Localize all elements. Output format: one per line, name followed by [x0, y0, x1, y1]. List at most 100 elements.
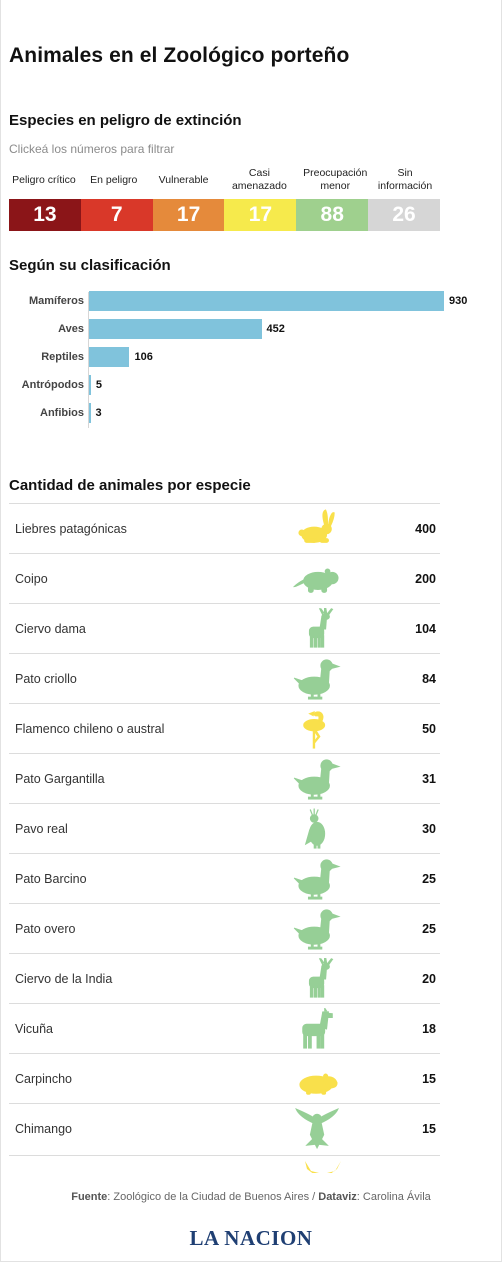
risk-filter-en-peligro[interactable]: 7	[80, 199, 153, 231]
risk-filter-buttons: 13 7 17 17 88 26	[9, 199, 440, 231]
risk-labels: Peligro crítico En peligro Vulnerable Ca…	[9, 162, 440, 198]
species-name: Pato overo	[15, 922, 76, 936]
species-count: 25	[422, 922, 436, 936]
bar-category-label: Mamíferos	[28, 295, 84, 307]
bar-value-label: 5	[95, 379, 103, 391]
bar-row: Reptiles 106	[0, 346, 502, 368]
source-text: : Zoológico de la Ciudad de Buenos Aires…	[107, 1191, 319, 1203]
species-count: 15	[422, 1122, 436, 1136]
flamingo-icon	[303, 711, 326, 749]
species-count: 18	[422, 1022, 436, 1036]
species-count: 400	[415, 522, 436, 536]
species-name: Coipo	[15, 572, 48, 586]
species-name: Chimango	[15, 1122, 72, 1136]
bar-category-label: Anfibios	[40, 407, 84, 419]
species-name: Liebres patagónicas	[15, 522, 127, 536]
dataviz-label: Dataviz	[318, 1191, 357, 1203]
duck-icon	[293, 759, 341, 800]
species-count: 25	[422, 872, 436, 886]
risk-label-en-peligro: En peligro	[90, 173, 138, 186]
table-row: Pato overo 25	[9, 903, 440, 953]
source-label: Fuente	[71, 1191, 108, 1203]
deer-icon	[308, 608, 334, 648]
risk-label-vulnerable: Vulnerable	[158, 173, 209, 186]
table-row: Ciervo de la India 20	[9, 953, 440, 1003]
duck-icon	[293, 659, 341, 700]
species-name: Pavo real	[15, 822, 68, 836]
species-section-title: Cantidad de animales por especie	[9, 477, 251, 494]
peacock-icon	[304, 808, 326, 849]
table-row: Ciervo dama 104	[9, 603, 440, 653]
risk-label-preocupacion-menor: Preocupación menor	[303, 167, 368, 192]
dataviz-text: : Carolina Ávila	[356, 1191, 431, 1203]
bar	[89, 291, 444, 311]
species-name: Pato criollo	[15, 672, 77, 686]
classification-title: Según su clasificación	[9, 257, 171, 274]
risk-filter-critico[interactable]: 13	[9, 199, 81, 231]
table-row: Coipo 200	[9, 553, 440, 603]
risk-filter-sin-informacion[interactable]: 26	[368, 199, 440, 231]
eagle-icon	[295, 1108, 339, 1150]
risk-filter-preocupacion-menor[interactable]: 88	[296, 199, 369, 231]
species-count: 20	[422, 972, 436, 986]
bar-row: Aves 452	[0, 318, 502, 340]
la-nacion-logo: LA NACION	[189, 1226, 313, 1250]
classification-bar-chart: Mamíferos 930 Aves 452 Reptiles 106 Antr…	[0, 290, 502, 430]
species-count: 84	[422, 672, 436, 686]
risk-filter-vulnerable[interactable]: 17	[152, 199, 225, 231]
species-name: Vicuña	[15, 1022, 53, 1036]
table-row-partial	[9, 1155, 440, 1173]
table-row: Pato Barcino 25	[9, 853, 440, 903]
bar-value-label: 3	[95, 407, 102, 419]
species-name: Flamenco chileno o austral	[15, 722, 165, 736]
bar-row: Antrópodos 5	[0, 374, 502, 396]
risk-section-title: Especies en peligro de extinción	[9, 112, 242, 129]
table-row: Pavo real 30	[9, 803, 440, 853]
species-name: Pato Gargantilla	[15, 772, 105, 786]
filter-hint: Clickeá los números para filtrar	[9, 142, 175, 156]
bird-icon	[305, 1161, 341, 1173]
duck-icon	[293, 909, 341, 950]
table-row: Chimango 15	[9, 1103, 440, 1153]
species-count: 31	[422, 772, 436, 786]
risk-label-critico: Peligro crítico	[12, 173, 76, 186]
vicuna-icon	[302, 1008, 333, 1049]
coypu-icon	[292, 568, 339, 593]
bar-value-label: 106	[134, 351, 153, 363]
duck-icon	[293, 859, 341, 900]
hare-icon	[298, 509, 335, 543]
bar-category-label: Antrópodos	[21, 379, 84, 391]
bar-category-label: Reptiles	[41, 351, 84, 363]
table-row: Flamenco chileno o austral 50	[9, 703, 440, 753]
species-name: Ciervo de la India	[15, 972, 113, 986]
capybara-icon	[299, 1073, 338, 1095]
species-count: 15	[422, 1072, 436, 1086]
bar-value-label: 452	[266, 323, 285, 335]
source-credit: Fuente: Zoológico de la Ciudad de Buenos…	[0, 1191, 502, 1203]
table-row: Carpincho 15	[9, 1053, 440, 1103]
table-row: Liebres patagónicas 400	[9, 503, 440, 553]
risk-filter-casi-amenazado[interactable]: 17	[224, 199, 297, 231]
bar	[89, 403, 91, 423]
species-name: Pato Barcino	[15, 872, 87, 886]
deer-icon	[308, 958, 334, 998]
species-count: 200	[415, 572, 436, 586]
species-count: 50	[422, 722, 436, 736]
species-count: 104	[415, 622, 436, 636]
bar	[89, 375, 91, 395]
bar-row: Mamíferos 930	[0, 290, 502, 312]
species-table: Liebres patagónicas 400 Coipo 200 Ciervo dam…	[9, 503, 440, 1153]
table-row: Pato Gargantilla 31	[9, 753, 440, 803]
risk-label-casi-amenazado: Casi amenazado	[231, 167, 287, 192]
page-title: Animales en el Zoológico porteño	[9, 44, 350, 67]
species-name: Ciervo dama	[15, 622, 86, 636]
risk-label-sin-informacion: Sin información	[377, 167, 433, 192]
table-row: Vicuña 18	[9, 1003, 440, 1053]
species-count: 30	[422, 822, 436, 836]
bar-row: Anfibios 3	[0, 402, 502, 424]
bar	[89, 347, 130, 367]
bar	[89, 319, 262, 339]
species-name: Carpincho	[15, 1072, 72, 1086]
table-row: Pato criollo 84	[9, 653, 440, 703]
bar-value-label: 930	[449, 295, 468, 307]
